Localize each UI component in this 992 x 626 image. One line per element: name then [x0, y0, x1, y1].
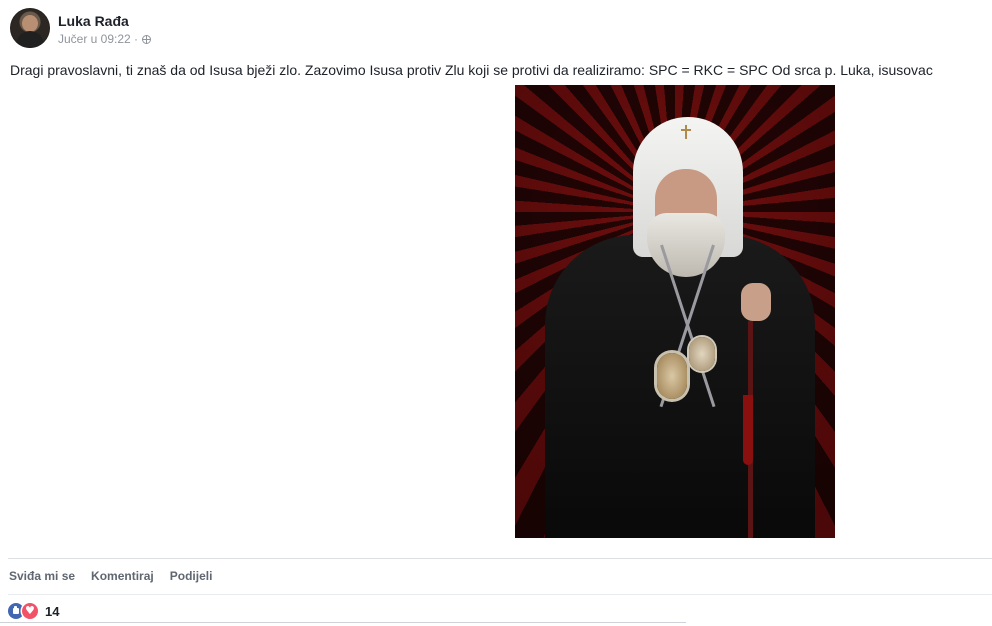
- photo-hat-cross: [681, 125, 691, 139]
- reaction-count[interactable]: 14: [45, 604, 59, 619]
- globe-icon[interactable]: [142, 34, 152, 44]
- comment-box-border: [0, 622, 686, 623]
- reactions-summary[interactable]: 14: [8, 603, 59, 619]
- post-timestamp[interactable]: Jučer u 09:22 ·: [58, 32, 138, 46]
- post-meta: Luka Rađa Jučer u 09:22 ·: [58, 8, 152, 46]
- love-icon: [22, 603, 38, 619]
- divider: [8, 594, 992, 595]
- post-text: Dragi pravoslavni, ti znaš da od Isusa b…: [10, 62, 933, 78]
- photo-tassel: [743, 395, 753, 465]
- author-avatar[interactable]: [10, 8, 50, 48]
- divider: [8, 558, 992, 559]
- photo-medallion: [657, 353, 687, 399]
- photo-hand: [741, 283, 771, 321]
- post-actions: Sviđa mi se Komentiraj Podijeli: [9, 568, 212, 584]
- comment-button[interactable]: Komentiraj: [91, 568, 154, 584]
- photo-medallion-small: [689, 337, 715, 371]
- post-header: Luka Rađa Jučer u 09:22 ·: [10, 8, 152, 50]
- share-button[interactable]: Podijeli: [170, 568, 213, 584]
- post-photo[interactable]: [515, 85, 835, 538]
- post-time-row: Jučer u 09:22 ·: [58, 32, 152, 46]
- author-name[interactable]: Luka Rađa: [58, 13, 151, 29]
- like-button[interactable]: Sviđa mi se: [9, 568, 75, 584]
